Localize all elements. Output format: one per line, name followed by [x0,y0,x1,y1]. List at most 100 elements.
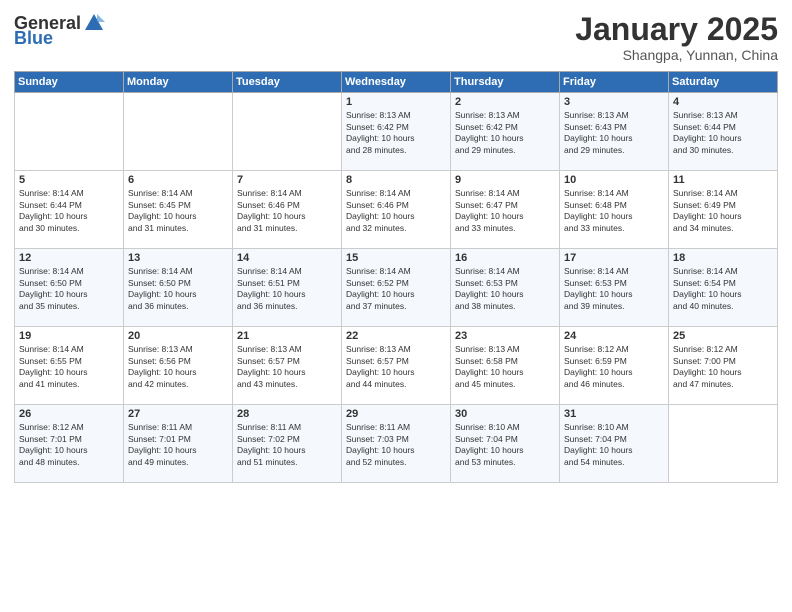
day-info: Sunrise: 8:14 AMSunset: 6:53 PMDaylight:… [455,266,555,312]
day-number: 30 [455,408,555,420]
day-cell [15,93,124,171]
day-cell: 19Sunrise: 8:14 AMSunset: 6:55 PMDayligh… [15,327,124,405]
day-cell: 10Sunrise: 8:14 AMSunset: 6:48 PMDayligh… [560,171,669,249]
day-cell: 26 Sunrise: 8:12 AMSunset: 7:01 PMDayligh… [15,405,124,483]
day-cell: 6 Sunrise: 8:14 AMSunset: 6:45 PMDaylight… [124,171,233,249]
col-header-wednesday: Wednesday [342,72,451,93]
day-info: Sunrise: 8:12 AMSunset: 6:59 PMDaylight:… [564,344,664,390]
day-cell: 29Sunrise: 8:11 AMSunset: 7:03 PMDayligh… [342,405,451,483]
day-cell: 24 Sunrise: 8:12 AMSunset: 6:59 PMDayligh… [560,327,669,405]
day-cell: 8 Sunrise: 8:14 AMSunset: 6:46 PMDaylight… [342,171,451,249]
day-info: Sunrise: 8:14 AMSunset: 6:46 PMDaylight:… [346,188,446,234]
day-cell: 31 Sunrise: 8:10 AMSunset: 7:04 PMDayligh… [560,405,669,483]
day-info: Sunrise: 8:13 AMSunset: 6:43 PMDaylight:… [564,110,664,156]
day-number: 2 [455,96,555,108]
day-info: Sunrise: 8:12 AMSunset: 7:01 PMDaylight:… [19,422,119,468]
col-header-monday: Monday [124,72,233,93]
day-cell: 1 Sunrise: 8:13 AMSunset: 6:42 PMDaylight… [342,93,451,171]
day-number: 7 [237,174,337,186]
day-info: Sunrise: 8:14 AMSunset: 6:52 PMDaylight:… [346,266,446,312]
day-info: Sunrise: 8:13 AMSunset: 6:42 PMDaylight:… [455,110,555,156]
day-info: Sunrise: 8:11 AMSunset: 7:03 PMDaylight:… [346,422,446,468]
week-row-3: 12 Sunrise: 8:14 AMSunset: 6:50 PMDayligh… [15,249,778,327]
day-cell: 14Sunrise: 8:14 AMSunset: 6:51 PMDayligh… [233,249,342,327]
day-info: Sunrise: 8:14 AMSunset: 6:46 PMDaylight:… [237,188,337,234]
day-cell: 30 Sunrise: 8:10 AMSunset: 7:04 PMDayligh… [451,405,560,483]
day-number: 21 [237,330,337,342]
title-block: January 2025 Shangpa, Yunnan, China [575,12,778,63]
day-cell: 2 Sunrise: 8:13 AMSunset: 6:42 PMDaylight… [451,93,560,171]
day-info: Sunrise: 8:14 AMSunset: 6:54 PMDaylight:… [673,266,773,312]
day-number: 26 [19,408,119,420]
day-number: 8 [346,174,446,186]
day-cell [233,93,342,171]
logo-icon [83,12,105,34]
day-number: 13 [128,252,228,264]
day-number: 9 [455,174,555,186]
day-cell: 25Sunrise: 8:12 AMSunset: 7:00 PMDayligh… [669,327,778,405]
day-info: Sunrise: 8:14 AMSunset: 6:50 PMDaylight:… [128,266,228,312]
day-number: 24 [564,330,664,342]
day-cell: 20 Sunrise: 8:13 AMSunset: 6:56 PMDayligh… [124,327,233,405]
day-number: 19 [19,330,119,342]
calendar-table: SundayMondayTuesdayWednesdayThursdayFrid… [14,71,778,483]
day-info: Sunrise: 8:10 AMSunset: 7:04 PMDaylight:… [564,422,664,468]
day-cell: 16 Sunrise: 8:14 AMSunset: 6:53 PMDayligh… [451,249,560,327]
day-info: Sunrise: 8:13 AMSunset: 6:56 PMDaylight:… [128,344,228,390]
location-title: Shangpa, Yunnan, China [575,47,778,63]
day-number: 15 [346,252,446,264]
day-number: 28 [237,408,337,420]
day-cell: 3Sunrise: 8:13 AMSunset: 6:43 PMDaylight… [560,93,669,171]
day-number: 4 [673,96,773,108]
day-cell: 13 Sunrise: 8:14 AMSunset: 6:50 PMDayligh… [124,249,233,327]
day-number: 5 [19,174,119,186]
day-cell: 12 Sunrise: 8:14 AMSunset: 6:50 PMDayligh… [15,249,124,327]
day-info: Sunrise: 8:13 AMSunset: 6:44 PMDaylight:… [673,110,773,156]
week-row-5: 26 Sunrise: 8:12 AMSunset: 7:01 PMDayligh… [15,405,778,483]
logo-blue: Blue [14,28,53,49]
week-row-1: 1 Sunrise: 8:13 AMSunset: 6:42 PMDaylight… [15,93,778,171]
day-info: Sunrise: 8:14 AMSunset: 6:44 PMDaylight:… [19,188,119,234]
col-header-sunday: Sunday [15,72,124,93]
header-row: SundayMondayTuesdayWednesdayThursdayFrid… [15,72,778,93]
day-info: Sunrise: 8:11 AMSunset: 7:02 PMDaylight:… [237,422,337,468]
day-cell: 17 Sunrise: 8:14 AMSunset: 6:53 PMDayligh… [560,249,669,327]
header: General Blue January 2025 Shangpa, Yunna… [14,12,778,63]
month-title: January 2025 [575,12,778,47]
day-info: Sunrise: 8:14 AMSunset: 6:47 PMDaylight:… [455,188,555,234]
day-number: 1 [346,96,446,108]
day-number: 6 [128,174,228,186]
day-info: Sunrise: 8:13 AMSunset: 6:57 PMDaylight:… [237,344,337,390]
day-number: 11 [673,174,773,186]
day-info: Sunrise: 8:14 AMSunset: 6:49 PMDaylight:… [673,188,773,234]
day-info: Sunrise: 8:14 AMSunset: 6:50 PMDaylight:… [19,266,119,312]
day-cell: 18Sunrise: 8:14 AMSunset: 6:54 PMDayligh… [669,249,778,327]
day-cell: 7 Sunrise: 8:14 AMSunset: 6:46 PMDaylight… [233,171,342,249]
day-cell: 5 Sunrise: 8:14 AMSunset: 6:44 PMDaylight… [15,171,124,249]
day-number: 22 [346,330,446,342]
day-cell: 9 Sunrise: 8:14 AMSunset: 6:47 PMDaylight… [451,171,560,249]
day-info: Sunrise: 8:10 AMSunset: 7:04 PMDaylight:… [455,422,555,468]
day-number: 23 [455,330,555,342]
day-number: 20 [128,330,228,342]
day-number: 31 [564,408,664,420]
day-info: Sunrise: 8:14 AMSunset: 6:45 PMDaylight:… [128,188,228,234]
col-header-thursday: Thursday [451,72,560,93]
col-header-friday: Friday [560,72,669,93]
day-cell: 22Sunrise: 8:13 AMSunset: 6:57 PMDayligh… [342,327,451,405]
day-info: Sunrise: 8:14 AMSunset: 6:53 PMDaylight:… [564,266,664,312]
day-info: Sunrise: 8:13 AMSunset: 6:58 PMDaylight:… [455,344,555,390]
day-number: 17 [564,252,664,264]
day-number: 12 [19,252,119,264]
day-number: 16 [455,252,555,264]
page: General Blue January 2025 Shangpa, Yunna… [0,0,792,612]
day-info: Sunrise: 8:13 AMSunset: 6:42 PMDaylight:… [346,110,446,156]
day-number: 27 [128,408,228,420]
day-cell [669,405,778,483]
day-info: Sunrise: 8:14 AMSunset: 6:51 PMDaylight:… [237,266,337,312]
day-cell: 21 Sunrise: 8:13 AMSunset: 6:57 PMDayligh… [233,327,342,405]
day-info: Sunrise: 8:11 AMSunset: 7:01 PMDaylight:… [128,422,228,468]
week-row-2: 5 Sunrise: 8:14 AMSunset: 6:44 PMDaylight… [15,171,778,249]
day-number: 25 [673,330,773,342]
week-row-4: 19Sunrise: 8:14 AMSunset: 6:55 PMDayligh… [15,327,778,405]
